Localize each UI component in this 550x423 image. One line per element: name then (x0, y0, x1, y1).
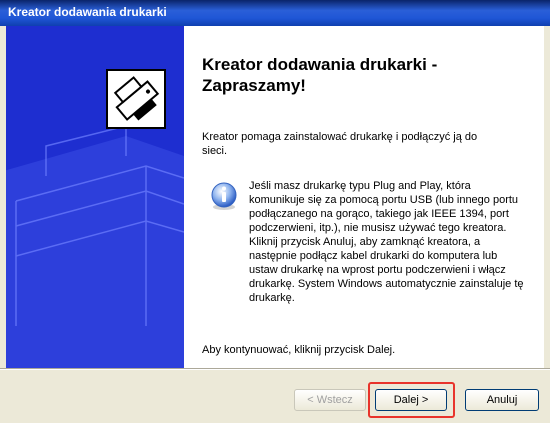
intro-text: Kreator pomaga zainstalować drukarkę i p… (202, 131, 478, 157)
wizard-heading: Kreator dodawania drukarki - Zapraszamy! (202, 55, 438, 95)
wizard-sidebar (6, 26, 184, 368)
plug-and-play-info: Jeśli masz drukarkę typu Plug and Play, … (249, 180, 524, 304)
info-icon (211, 182, 237, 210)
wizard-window: Kreator dodawania drukarki Kreator dodaw… (0, 0, 550, 423)
title-bar: Kreator dodawania drukarki (0, 0, 550, 26)
printer-icon (106, 69, 166, 129)
wizard-content-panel: Kreator dodawania drukarki - Zapraszamy!… (6, 26, 544, 368)
cancel-button[interactable]: Anuluj (465, 389, 539, 411)
back-button[interactable]: < Wstecz (294, 389, 366, 411)
window-title: Kreator dodawania drukarki (8, 5, 167, 19)
footer-separator (0, 368, 550, 370)
continue-instruction: Aby kontynuować, kliknij przycisk Dalej. (202, 344, 396, 356)
next-button-highlight (368, 382, 455, 418)
sidebar-printer-graphic (6, 69, 184, 368)
